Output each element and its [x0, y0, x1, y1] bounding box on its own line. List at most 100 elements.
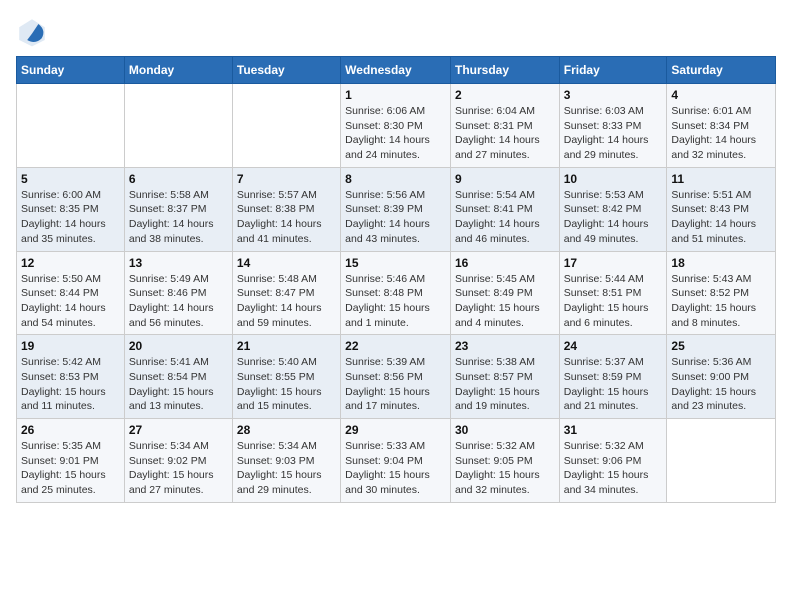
calendar-cell: 7 Sunrise: 5:57 AM Sunset: 8:38 PM Daylig…: [232, 167, 340, 251]
day-number: 4: [671, 88, 771, 102]
calendar-body: 1 Sunrise: 6:06 AM Sunset: 8:30 PM Daylig…: [17, 84, 776, 503]
calendar-table: SundayMondayTuesdayWednesdayThursdayFrid…: [16, 56, 776, 503]
calendar-week-row: 5 Sunrise: 6:00 AM Sunset: 8:35 PM Daylig…: [17, 167, 776, 251]
day-detail: Sunrise: 6:01 AM Sunset: 8:34 PM Dayligh…: [671, 104, 771, 163]
calendar-cell: 2 Sunrise: 6:04 AM Sunset: 8:31 PM Daylig…: [450, 84, 559, 168]
calendar-cell: 18 Sunrise: 5:43 AM Sunset: 8:52 PM Dayli…: [667, 251, 776, 335]
day-detail: Sunrise: 5:42 AM Sunset: 8:53 PM Dayligh…: [21, 355, 120, 414]
calendar-cell: 26 Sunrise: 5:35 AM Sunset: 9:01 PM Dayli…: [17, 419, 125, 503]
calendar-cell: 22 Sunrise: 5:39 AM Sunset: 8:56 PM Dayli…: [341, 335, 451, 419]
day-number: 24: [564, 339, 663, 353]
calendar-cell: 9 Sunrise: 5:54 AM Sunset: 8:41 PM Daylig…: [450, 167, 559, 251]
day-number: 15: [345, 256, 446, 270]
day-number: 7: [237, 172, 336, 186]
calendar-week-row: 19 Sunrise: 5:42 AM Sunset: 8:53 PM Dayli…: [17, 335, 776, 419]
day-detail: Sunrise: 5:39 AM Sunset: 8:56 PM Dayligh…: [345, 355, 446, 414]
day-number: 23: [455, 339, 555, 353]
day-detail: Sunrise: 6:03 AM Sunset: 8:33 PM Dayligh…: [564, 104, 663, 163]
calendar-cell: 11 Sunrise: 5:51 AM Sunset: 8:43 PM Dayli…: [667, 167, 776, 251]
day-number: 13: [129, 256, 228, 270]
day-detail: Sunrise: 5:49 AM Sunset: 8:46 PM Dayligh…: [129, 272, 228, 331]
calendar-cell: 25 Sunrise: 5:36 AM Sunset: 9:00 PM Dayli…: [667, 335, 776, 419]
weekday-header-cell: Sunday: [17, 57, 125, 84]
day-number: 11: [671, 172, 771, 186]
weekday-header-cell: Monday: [124, 57, 232, 84]
calendar-cell: [17, 84, 125, 168]
day-detail: Sunrise: 5:48 AM Sunset: 8:47 PM Dayligh…: [237, 272, 336, 331]
weekday-header-cell: Tuesday: [232, 57, 340, 84]
day-detail: Sunrise: 5:57 AM Sunset: 8:38 PM Dayligh…: [237, 188, 336, 247]
day-detail: Sunrise: 5:53 AM Sunset: 8:42 PM Dayligh…: [564, 188, 663, 247]
day-number: 21: [237, 339, 336, 353]
day-number: 18: [671, 256, 771, 270]
day-number: 17: [564, 256, 663, 270]
day-number: 19: [21, 339, 120, 353]
calendar-cell: 15 Sunrise: 5:46 AM Sunset: 8:48 PM Dayli…: [341, 251, 451, 335]
calendar-cell: 5 Sunrise: 6:00 AM Sunset: 8:35 PM Daylig…: [17, 167, 125, 251]
day-number: 29: [345, 423, 446, 437]
day-number: 5: [21, 172, 120, 186]
day-detail: Sunrise: 6:00 AM Sunset: 8:35 PM Dayligh…: [21, 188, 120, 247]
calendar-cell: 23 Sunrise: 5:38 AM Sunset: 8:57 PM Dayli…: [450, 335, 559, 419]
calendar-cell: 21 Sunrise: 5:40 AM Sunset: 8:55 PM Dayli…: [232, 335, 340, 419]
day-detail: Sunrise: 5:56 AM Sunset: 8:39 PM Dayligh…: [345, 188, 446, 247]
weekday-header-cell: Wednesday: [341, 57, 451, 84]
calendar-cell: [667, 419, 776, 503]
day-detail: Sunrise: 5:41 AM Sunset: 8:54 PM Dayligh…: [129, 355, 228, 414]
day-detail: Sunrise: 5:46 AM Sunset: 8:48 PM Dayligh…: [345, 272, 446, 331]
calendar-cell: 10 Sunrise: 5:53 AM Sunset: 8:42 PM Dayli…: [559, 167, 667, 251]
day-detail: Sunrise: 5:32 AM Sunset: 9:05 PM Dayligh…: [455, 439, 555, 498]
day-detail: Sunrise: 5:32 AM Sunset: 9:06 PM Dayligh…: [564, 439, 663, 498]
day-detail: Sunrise: 5:43 AM Sunset: 8:52 PM Dayligh…: [671, 272, 771, 331]
day-number: 30: [455, 423, 555, 437]
calendar-cell: 20 Sunrise: 5:41 AM Sunset: 8:54 PM Dayli…: [124, 335, 232, 419]
day-detail: Sunrise: 5:40 AM Sunset: 8:55 PM Dayligh…: [237, 355, 336, 414]
day-number: 3: [564, 88, 663, 102]
calendar-cell: 1 Sunrise: 6:06 AM Sunset: 8:30 PM Daylig…: [341, 84, 451, 168]
day-number: 9: [455, 172, 555, 186]
day-detail: Sunrise: 6:04 AM Sunset: 8:31 PM Dayligh…: [455, 104, 555, 163]
logo-icon: [16, 16, 48, 48]
calendar-cell: 14 Sunrise: 5:48 AM Sunset: 8:47 PM Dayli…: [232, 251, 340, 335]
day-number: 8: [345, 172, 446, 186]
day-detail: Sunrise: 5:51 AM Sunset: 8:43 PM Dayligh…: [671, 188, 771, 247]
day-number: 27: [129, 423, 228, 437]
logo: [16, 16, 52, 48]
day-detail: Sunrise: 5:35 AM Sunset: 9:01 PM Dayligh…: [21, 439, 120, 498]
weekday-header-row: SundayMondayTuesdayWednesdayThursdayFrid…: [17, 57, 776, 84]
day-detail: Sunrise: 5:54 AM Sunset: 8:41 PM Dayligh…: [455, 188, 555, 247]
calendar-cell: 4 Sunrise: 6:01 AM Sunset: 8:34 PM Daylig…: [667, 84, 776, 168]
day-number: 28: [237, 423, 336, 437]
day-number: 22: [345, 339, 446, 353]
day-detail: Sunrise: 5:34 AM Sunset: 9:03 PM Dayligh…: [237, 439, 336, 498]
calendar-cell: 17 Sunrise: 5:44 AM Sunset: 8:51 PM Dayli…: [559, 251, 667, 335]
day-detail: Sunrise: 5:36 AM Sunset: 9:00 PM Dayligh…: [671, 355, 771, 414]
calendar-cell: 28 Sunrise: 5:34 AM Sunset: 9:03 PM Dayli…: [232, 419, 340, 503]
day-number: 31: [564, 423, 663, 437]
day-detail: Sunrise: 5:38 AM Sunset: 8:57 PM Dayligh…: [455, 355, 555, 414]
day-number: 20: [129, 339, 228, 353]
day-number: 2: [455, 88, 555, 102]
calendar-week-row: 1 Sunrise: 6:06 AM Sunset: 8:30 PM Daylig…: [17, 84, 776, 168]
day-number: 14: [237, 256, 336, 270]
calendar-cell: 31 Sunrise: 5:32 AM Sunset: 9:06 PM Dayli…: [559, 419, 667, 503]
day-detail: Sunrise: 5:58 AM Sunset: 8:37 PM Dayligh…: [129, 188, 228, 247]
day-number: 1: [345, 88, 446, 102]
calendar-cell: 30 Sunrise: 5:32 AM Sunset: 9:05 PM Dayli…: [450, 419, 559, 503]
calendar-cell: 19 Sunrise: 5:42 AM Sunset: 8:53 PM Dayli…: [17, 335, 125, 419]
day-number: 10: [564, 172, 663, 186]
calendar-cell: 29 Sunrise: 5:33 AM Sunset: 9:04 PM Dayli…: [341, 419, 451, 503]
day-detail: Sunrise: 5:33 AM Sunset: 9:04 PM Dayligh…: [345, 439, 446, 498]
day-number: 26: [21, 423, 120, 437]
day-number: 6: [129, 172, 228, 186]
calendar-cell: 16Sunrise: 5:45 AM Sunset: 8:49 PM Dayli…: [450, 251, 559, 335]
calendar-cell: [232, 84, 340, 168]
day-number: 12: [21, 256, 120, 270]
day-detail: Sunrise: 5:45 AM Sunset: 8:49 PM Dayligh…: [455, 272, 555, 331]
day-detail: Sunrise: 5:44 AM Sunset: 8:51 PM Dayligh…: [564, 272, 663, 331]
day-detail: Sunrise: 6:06 AM Sunset: 8:30 PM Dayligh…: [345, 104, 446, 163]
calendar-cell: 6 Sunrise: 5:58 AM Sunset: 8:37 PM Daylig…: [124, 167, 232, 251]
day-detail: Sunrise: 5:37 AM Sunset: 8:59 PM Dayligh…: [564, 355, 663, 414]
weekday-header-cell: Saturday: [667, 57, 776, 84]
day-number: 25: [671, 339, 771, 353]
